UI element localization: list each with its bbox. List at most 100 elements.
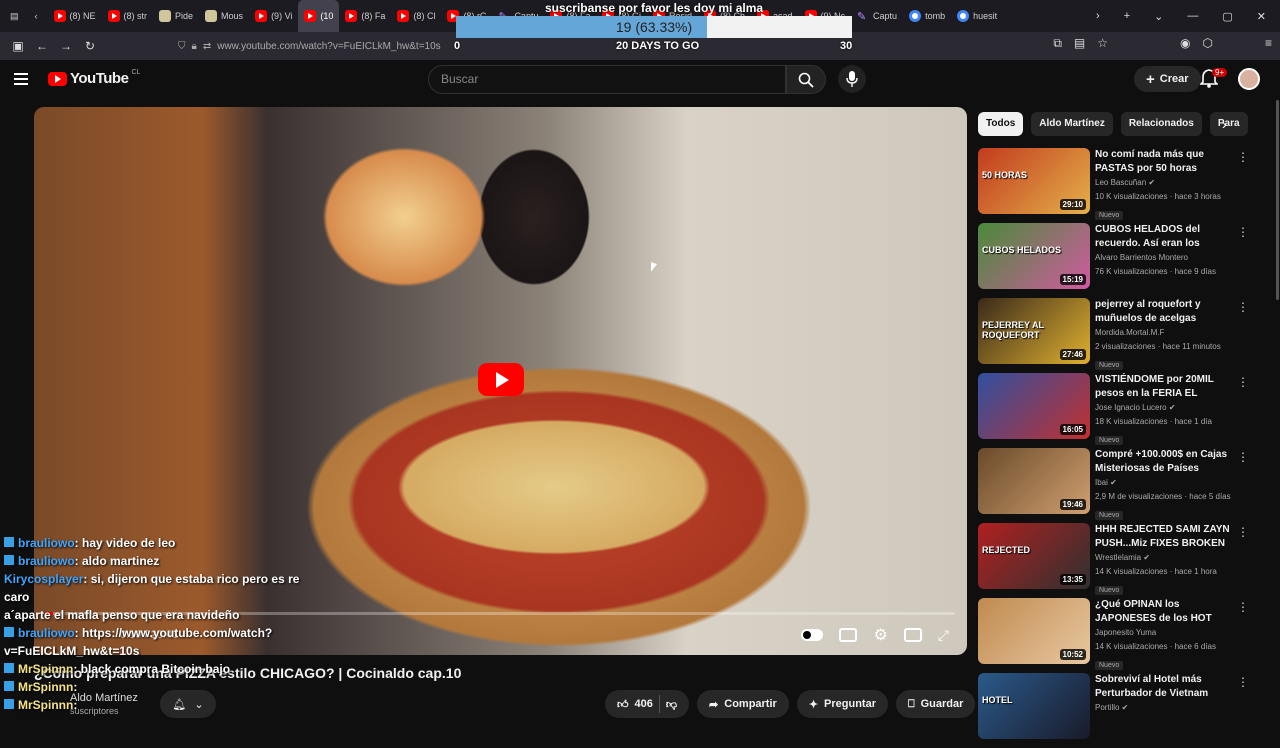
related-video-title[interactable]: HHH REJECTED SAMI ZAYN PUSH...Miz FIXES … bbox=[1095, 523, 1231, 551]
fullscreen-icon[interactable]: ⤢ bbox=[938, 627, 949, 644]
browser-tab[interactable]: (8) str bbox=[102, 0, 154, 32]
dislike-icon[interactable]: 👎︎ bbox=[666, 698, 677, 711]
related-video-title[interactable]: No comí nada más que PASTAS por 50 horas bbox=[1095, 148, 1231, 176]
share-button[interactable]: ➦ Compartir bbox=[697, 690, 789, 718]
filter-chip[interactable]: Todos bbox=[978, 112, 1024, 136]
browser-tab[interactable]: ✎ Captu bbox=[851, 0, 903, 32]
sidebar-toggle-icon[interactable]: ▣ bbox=[6, 39, 30, 53]
related-video-item[interactable]: HOTEL Sobreviví al Hotel más Perturbador … bbox=[978, 673, 1249, 748]
related-video-item[interactable]: CUBOS HELADOS 15:19 CUBOS HELADOS del recu… bbox=[978, 223, 1249, 298]
filter-chip[interactable]: Relacionados bbox=[1120, 112, 1202, 136]
related-video-item[interactable]: 50 HORAS 29:10 No comí nada más que PASTAS… bbox=[978, 148, 1249, 223]
filter-chip[interactable]: Aldo Martínez bbox=[1031, 112, 1113, 136]
related-video-item[interactable]: 19:46 Compré +100.000$ en Cajas Misterios… bbox=[978, 448, 1249, 523]
video-thumbnail[interactable]: HOTEL bbox=[978, 673, 1090, 739]
minimize-icon[interactable]: — bbox=[1187, 10, 1198, 23]
autoplay-toggle[interactable] bbox=[801, 629, 824, 641]
related-video-title[interactable]: ¿Qué OPINAN los JAPONESES de los HOT DOG… bbox=[1095, 598, 1231, 626]
more-options-icon[interactable]: ⋮ bbox=[1237, 225, 1249, 239]
ask-button[interactable]: ✦ Preguntar bbox=[796, 690, 888, 718]
more-options-icon[interactable]: ⋮ bbox=[1237, 675, 1249, 689]
shield-icon[interactable]: ⛉ bbox=[178, 41, 186, 52]
settings-gear-icon[interactable]: ⚙ bbox=[873, 625, 887, 645]
related-video-title[interactable]: Sobreviví al Hotel más Perturbador de Vi… bbox=[1095, 673, 1231, 701]
close-icon[interactable]: ✕ bbox=[1257, 10, 1266, 23]
search-button[interactable] bbox=[786, 65, 826, 94]
new-tab-icon[interactable]: + bbox=[1124, 10, 1130, 23]
related-channel-name[interactable]: Wrestlelamia bbox=[1095, 553, 1141, 562]
related-video-item[interactable]: PEJERREY AL ROQUEFORT 27:46 pejerrey al ro… bbox=[978, 298, 1249, 373]
filter-chip[interactable]: Para bbox=[1209, 112, 1248, 136]
reload-icon[interactable]: ↻ bbox=[78, 39, 102, 53]
save-button[interactable]: ⎕ Guardar bbox=[896, 690, 976, 718]
related-video-title[interactable]: CUBOS HELADOS del recuerdo. Así eran los… bbox=[1095, 223, 1231, 251]
video-thumbnail[interactable]: 19:46 bbox=[978, 448, 1090, 514]
related-channel-name[interactable]: Ibai bbox=[1095, 478, 1108, 487]
browser-tab[interactable]: (8) Fa bbox=[339, 0, 391, 32]
reader-icon[interactable]: ▤ bbox=[1074, 36, 1085, 51]
related-video-item[interactable]: REJECTED 13:35 HHH REJECTED SAMI ZAYN PUSH… bbox=[978, 523, 1249, 598]
voice-search-button[interactable] bbox=[838, 65, 866, 93]
menu-icon[interactable]: ≡ bbox=[1265, 36, 1272, 51]
big-play-button[interactable] bbox=[478, 363, 524, 396]
related-channel-name[interactable]: Alvaro Barrientos Montero bbox=[1095, 253, 1188, 262]
create-button[interactable]: + Crear bbox=[1134, 66, 1201, 92]
region-code: CL bbox=[131, 69, 141, 76]
bookmark-star-icon[interactable]: ☆ bbox=[1097, 36, 1108, 51]
more-options-icon[interactable]: ⋮ bbox=[1237, 300, 1249, 314]
video-thumbnail[interactable]: CUBOS HELADOS 15:19 bbox=[978, 223, 1090, 289]
permissions-icon[interactable]: ⇄ bbox=[203, 41, 211, 52]
related-video-title[interactable]: VISTIÉNDOME por 20MIL pesos en la FERIA … bbox=[1095, 373, 1231, 401]
related-video-item[interactable]: 16:05 VISTIÉNDOME por 20MIL pesos en la F… bbox=[978, 373, 1249, 448]
extensions-icon[interactable]: ⬡ bbox=[1203, 36, 1213, 51]
related-channel-name[interactable]: Japonesito Yuma bbox=[1095, 628, 1156, 637]
chevron-right-icon[interactable]: › bbox=[1222, 116, 1227, 132]
account-icon[interactable]: ◉ bbox=[1180, 36, 1190, 51]
youtube-logo[interactable]: YouTube CL bbox=[48, 69, 141, 87]
back-icon[interactable]: ← bbox=[30, 39, 54, 53]
related-channel-name[interactable]: Leo Bascuñan bbox=[1095, 178, 1146, 187]
subtitles-icon[interactable] bbox=[839, 628, 858, 642]
more-options-icon[interactable]: ⋮ bbox=[1237, 600, 1249, 614]
video-thumbnail[interactable]: 10:52 bbox=[978, 598, 1090, 664]
chevron-left-icon[interactable]: ‹ bbox=[35, 11, 38, 21]
browser-tab[interactable]: (8) NE bbox=[48, 0, 102, 32]
more-options-icon[interactable]: ⋮ bbox=[1237, 375, 1249, 389]
browser-tab[interactable]: (8) Cl bbox=[391, 0, 441, 32]
video-thumbnail[interactable]: REJECTED 13:35 bbox=[978, 523, 1090, 589]
guide-menu-icon[interactable] bbox=[14, 70, 34, 90]
page-scrollbar[interactable] bbox=[1276, 100, 1279, 300]
forward-icon[interactable]: → bbox=[54, 39, 78, 53]
related-video-title[interactable]: Compré +100.000$ en Cajas Misteriosas de… bbox=[1095, 448, 1231, 476]
related-channel-name[interactable]: Portillo bbox=[1095, 703, 1119, 712]
browser-tab[interactable]: huesit bbox=[951, 0, 1003, 32]
related-video-title[interactable]: pejerrey al roquefort y muñuelos de acel… bbox=[1095, 298, 1231, 326]
more-options-icon[interactable]: ⋮ bbox=[1237, 450, 1249, 464]
browser-tab[interactable]: tomb bbox=[903, 0, 951, 32]
maximize-icon[interactable]: ▢ bbox=[1222, 10, 1232, 23]
video-thumbnail[interactable]: 16:05 bbox=[978, 373, 1090, 439]
url-text[interactable]: www.youtube.com/watch?v=FuEICLkM_hw&t=10… bbox=[217, 41, 440, 52]
browser-tab[interactable]: Pide bbox=[153, 0, 199, 32]
related-channel-name[interactable]: Mordida.Mortal.M.F bbox=[1095, 328, 1164, 337]
search-input[interactable]: Buscar bbox=[428, 65, 786, 94]
more-options-icon[interactable]: ⋮ bbox=[1237, 525, 1249, 539]
avatar[interactable] bbox=[1238, 68, 1260, 90]
related-video-item[interactable]: 10:52 ¿Qué OPINAN los JAPONESES de los HO… bbox=[978, 598, 1249, 673]
like-icon[interactable]: 👍︎ bbox=[617, 698, 629, 711]
browser-tab[interactable]: (9) Vi bbox=[249, 0, 298, 32]
tab-overview-button[interactable]: ▤ ‹ bbox=[0, 0, 48, 32]
like-count[interactable]: 406 bbox=[635, 698, 653, 710]
miniplayer-icon[interactable] bbox=[903, 628, 922, 642]
browser-tab[interactable]: Mous bbox=[199, 0, 249, 32]
video-thumbnail[interactable]: 50 HORAS 29:10 bbox=[978, 148, 1090, 214]
tab-list-icon[interactable]: ⌄ bbox=[1154, 10, 1163, 23]
more-options-icon[interactable]: ⋮ bbox=[1237, 150, 1249, 164]
chat-badge-icon bbox=[4, 627, 14, 637]
browser-tab[interactable]: (10 bbox=[298, 0, 340, 32]
video-thumbnail[interactable]: PEJERREY AL ROQUEFORT 27:46 bbox=[978, 298, 1090, 364]
related-channel-name[interactable]: Jose Ignacio Lucero bbox=[1095, 403, 1167, 412]
picture-in-picture-icon[interactable]: ⧉ bbox=[1053, 36, 1062, 51]
video-meta: No comí nada más que PASTAS por 50 horas… bbox=[1095, 148, 1231, 222]
chevron-right-icon[interactable]: › bbox=[1096, 10, 1100, 23]
